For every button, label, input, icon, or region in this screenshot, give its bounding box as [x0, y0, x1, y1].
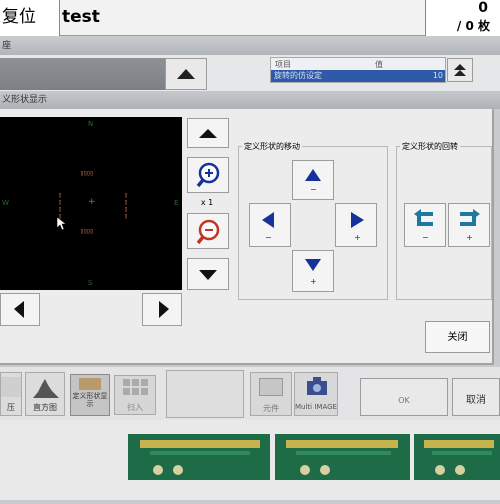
pad-group-top: ▯▯▯▯	[80, 169, 94, 177]
move-right-sign: +	[354, 233, 361, 242]
toolbar-label-component: 元件	[263, 404, 279, 413]
canvas-scroll-right-button[interactable]	[142, 293, 182, 326]
count-total: / 0 枚	[456, 19, 490, 33]
move-left-button[interactable]: −	[249, 203, 291, 247]
center-crosshair: +	[88, 197, 96, 207]
close-button[interactable]: 关闭	[425, 321, 490, 353]
rotate-cw-sign: +	[466, 233, 473, 242]
toolbar-label-histogram: 直方图	[33, 403, 57, 412]
grid-selected-row[interactable]: 旋转的仿设定 10	[271, 70, 445, 82]
compass-west: W	[2, 199, 9, 207]
toolbar-label-press: 压	[7, 403, 15, 412]
grid-row-label: 旋转的仿设定	[274, 71, 322, 80]
cancel-button[interactable]: 取消	[452, 378, 500, 416]
arrow-down-icon	[305, 259, 321, 271]
rotate-ccw-sign: −	[422, 233, 429, 242]
rotate-left-icon	[414, 209, 433, 226]
back-window-title: 座	[0, 37, 500, 55]
dialog-title: 义形状显示	[0, 91, 500, 109]
compass-south: S	[88, 279, 93, 287]
component-icon	[259, 378, 283, 396]
move-right-button[interactable]: +	[335, 203, 377, 247]
double-up-arrow-icon	[454, 64, 466, 76]
toolbar-label-multi-image: Multi IMAGE	[295, 403, 337, 411]
grid-column-item: 项目	[275, 60, 291, 69]
move-up-sign: −	[310, 185, 317, 194]
count-display: 0 / 0 枚	[425, 0, 500, 36]
grid-column-value: 值	[375, 60, 383, 69]
zoom-level: x 1	[200, 198, 214, 207]
arrow-left-icon	[262, 212, 274, 228]
move-down-sign: +	[310, 277, 317, 286]
toolbar-item-component[interactable]: 元件	[250, 372, 292, 416]
cancel-label: 取消	[466, 395, 486, 406]
toolbar-spacer	[166, 370, 244, 418]
toolbar-label-scan: 扫入	[127, 403, 143, 412]
move-up-button[interactable]: −	[292, 160, 334, 200]
triangle-right-icon	[159, 301, 169, 318]
rotate-right-icon	[460, 209, 480, 226]
pad-group-left: ▯▯▯▯	[56, 191, 64, 219]
toolbar-item-shape-display[interactable]: 定义形状显示	[70, 374, 110, 416]
toolbar-item-multi-image[interactable]: Multi IMAGE	[294, 372, 338, 416]
mouse-cursor-icon	[57, 217, 67, 231]
shape-preview-canvas[interactable]: N S W E + ▯▯▯▯ ▯▯▯▯ ▯▯▯▯ ▯▯▯▯	[0, 117, 182, 290]
ok-button[interactable]: OK	[360, 378, 448, 416]
press-icon	[1, 377, 21, 397]
toolbar-item-scan[interactable]: 扫入	[114, 375, 156, 415]
canvas-scroll-up-button[interactable]	[187, 118, 229, 148]
arrow-right-icon	[351, 212, 364, 228]
count-value: 0	[478, 0, 488, 16]
move-left-sign: −	[265, 233, 272, 242]
grid-row-value: 10	[432, 71, 443, 80]
back-scroll-up-button[interactable]	[165, 58, 207, 90]
pcb-boards-image	[0, 420, 500, 500]
project-name: test	[62, 7, 100, 27]
rotate-group-label: 定义形状的回转	[400, 141, 460, 152]
pad-group-right: ▯▯▯▯	[122, 191, 130, 219]
canvas-scroll-down-button[interactable]	[187, 258, 229, 290]
shape-display-icon	[79, 378, 101, 390]
camera-icon	[307, 377, 327, 395]
pcb-camera-view	[0, 420, 500, 500]
settings-grid[interactable]: 项目 值 旋转的仿设定 10	[270, 57, 446, 83]
triangle-down-icon	[199, 270, 217, 280]
back-window-image-area	[0, 58, 165, 90]
pad-group-bottom: ▯▯▯▯	[80, 227, 94, 235]
move-group-label: 定义形状的移动	[242, 141, 302, 152]
triangle-up-icon	[199, 129, 217, 138]
compass-east: E	[174, 199, 179, 207]
reset-button[interactable]: 复位	[0, 0, 60, 36]
compass-north: N	[88, 120, 94, 128]
triangle-left-icon	[14, 301, 24, 318]
canvas-scroll-left-button[interactable]	[0, 293, 40, 326]
zoom-out-icon	[196, 219, 220, 245]
toolbar-item-histogram[interactable]: 直方图	[25, 372, 65, 416]
move-down-button[interactable]: +	[292, 250, 334, 292]
triangle-up-icon	[177, 69, 195, 79]
toolbar-label-shape-display: 定义形状显示	[72, 392, 108, 408]
zoom-in-button[interactable]	[187, 157, 229, 193]
toolbar-item-press[interactable]: 压	[0, 372, 22, 416]
histogram-icon	[33, 379, 59, 398]
grid-icon	[123, 379, 148, 395]
rotate-ccw-button[interactable]: −	[404, 203, 446, 247]
zoom-in-icon	[196, 162, 220, 188]
zoom-out-button[interactable]	[187, 213, 229, 249]
ok-label: OK	[398, 396, 410, 405]
scroll-to-top-button[interactable]	[447, 58, 473, 82]
reset-label: 复位	[2, 7, 36, 27]
rotate-cw-button[interactable]: +	[448, 203, 490, 247]
